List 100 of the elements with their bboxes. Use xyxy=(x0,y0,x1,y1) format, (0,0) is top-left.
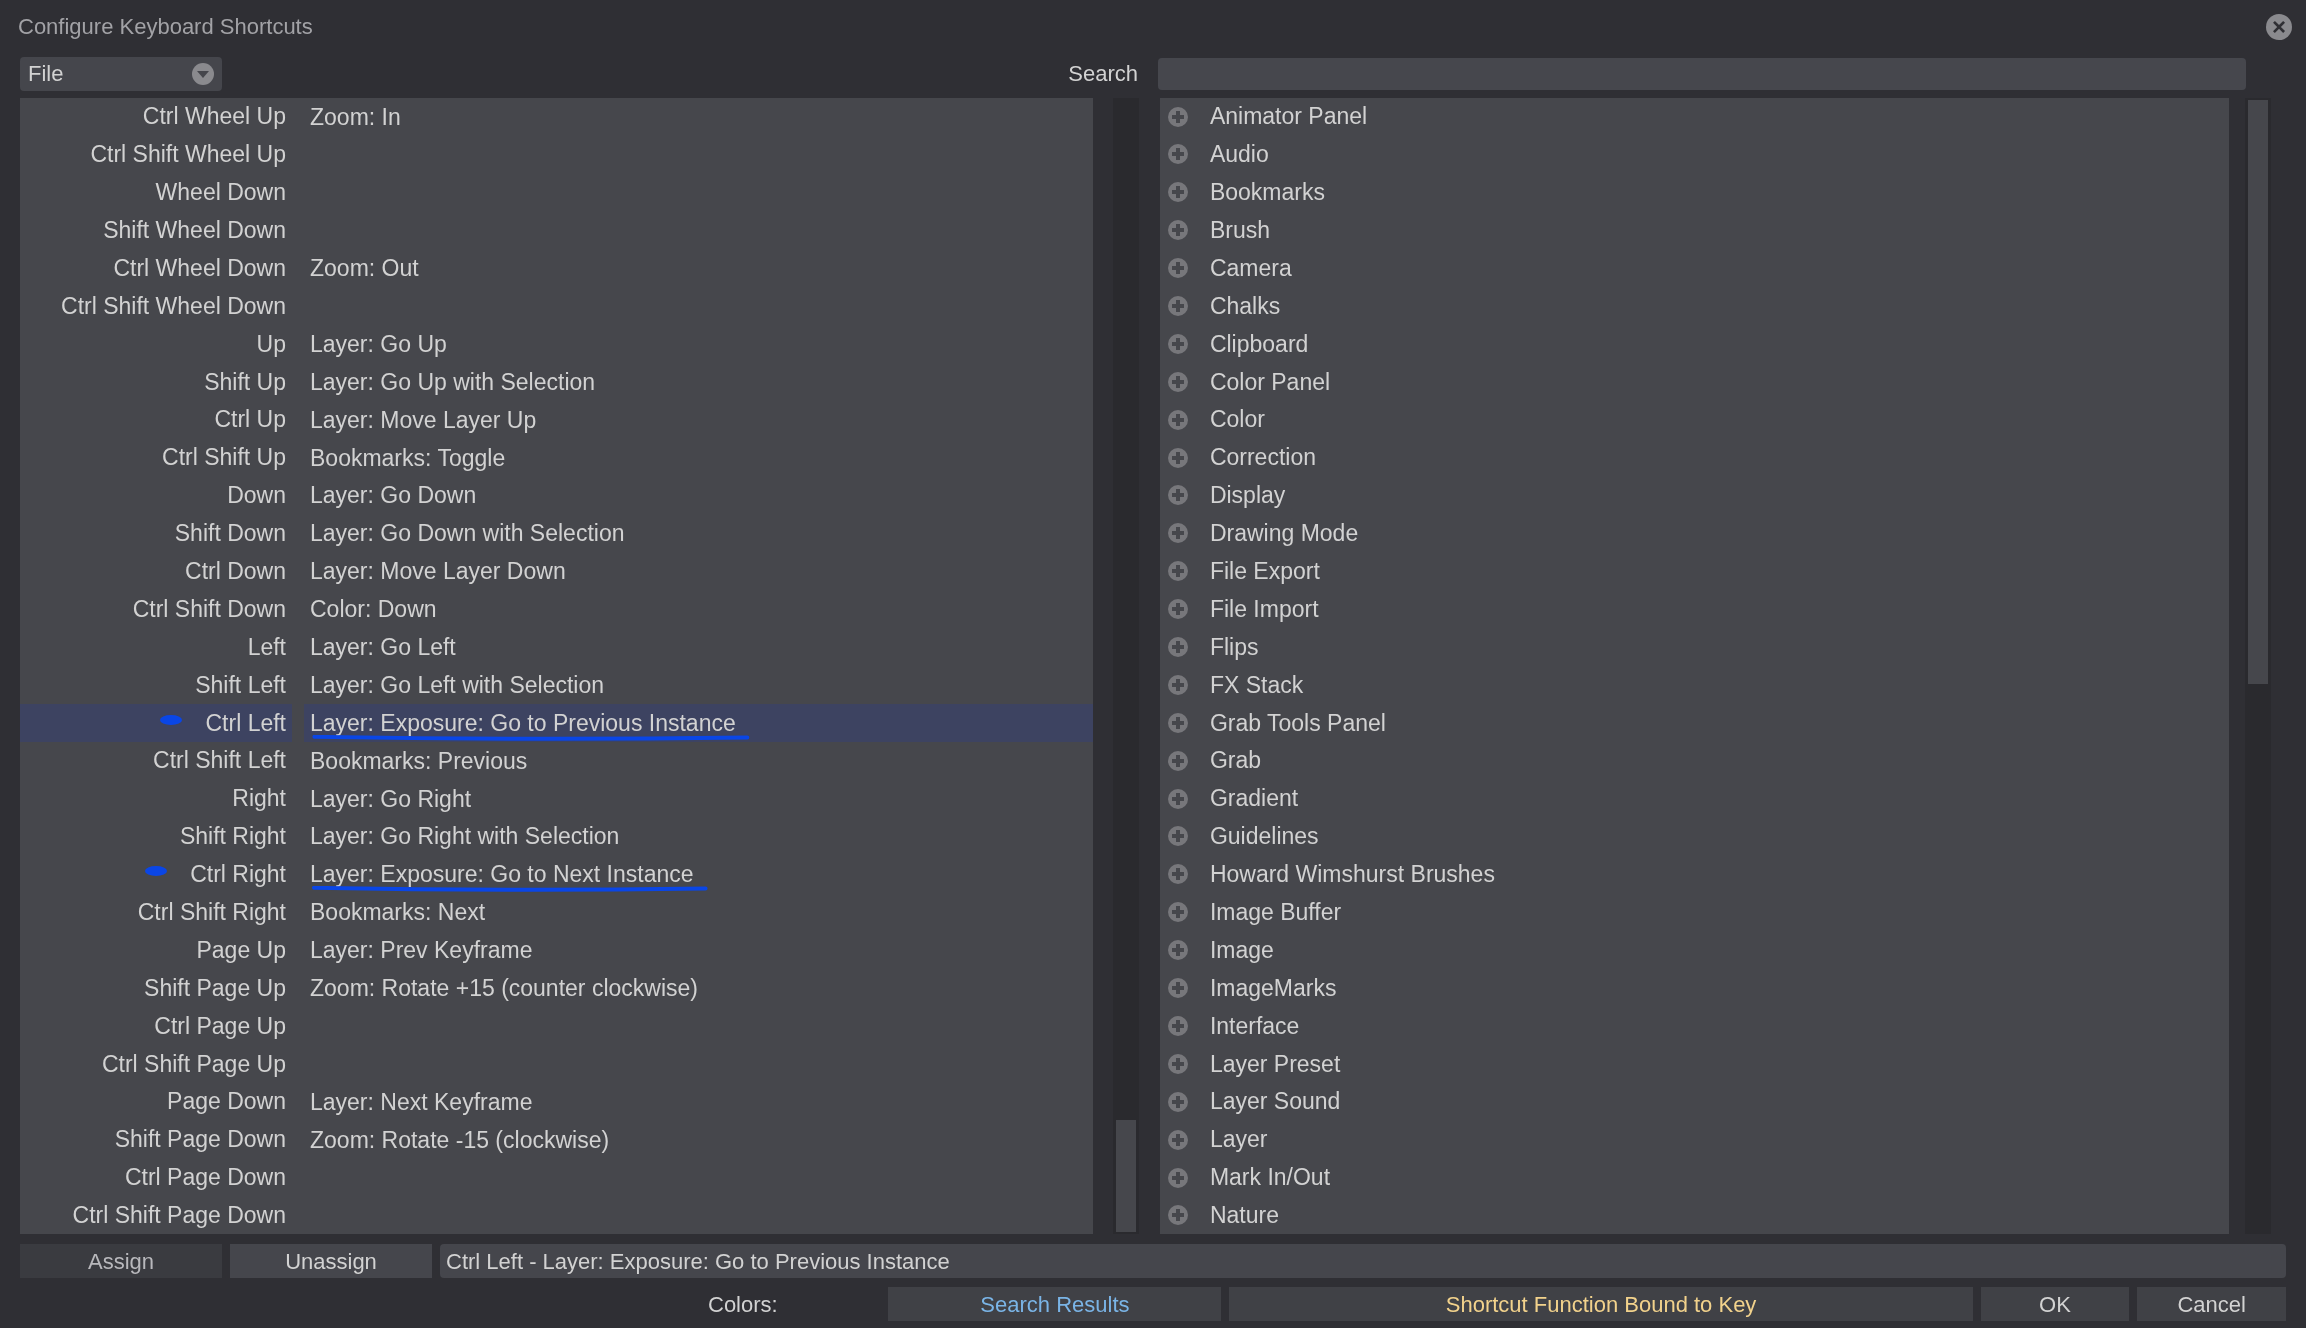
expand-icon[interactable] xyxy=(1167,1053,1188,1074)
function-group-item[interactable]: Grab Tools Panel xyxy=(1159,703,2229,742)
shortcut-key[interactable]: Right xyxy=(20,779,292,818)
expand-icon[interactable] xyxy=(1167,1167,1188,1188)
function-group-item[interactable]: Audio xyxy=(1159,135,2229,174)
expand-icon[interactable] xyxy=(1167,826,1188,847)
function-group-item[interactable]: Howard Wimshurst Brushes xyxy=(1159,855,2229,894)
function-group-item[interactable]: ImageMarks xyxy=(1159,969,2229,1007)
shortcut-key[interactable]: Ctrl Wheel Up xyxy=(20,97,292,136)
function-group-item[interactable]: Chalks xyxy=(1159,287,2229,325)
expand-icon[interactable] xyxy=(1167,182,1188,203)
function-group-item[interactable]: Layer xyxy=(1159,1120,2229,1159)
expand-icon[interactable] xyxy=(1167,1091,1188,1112)
expand-icon[interactable] xyxy=(1167,220,1188,241)
expand-icon[interactable] xyxy=(1167,447,1188,468)
search-field[interactable] xyxy=(1158,57,2246,90)
function-group-item[interactable]: Guidelines xyxy=(1159,817,2229,856)
expand-icon[interactable] xyxy=(1167,864,1188,885)
expand-icon[interactable] xyxy=(1167,788,1188,809)
shortcut-key[interactable]: Ctrl Page Up xyxy=(20,1007,292,1045)
shortcut-key[interactable]: Shift Right xyxy=(20,817,292,856)
expand-icon[interactable] xyxy=(1167,1015,1188,1036)
shortcut-key[interactable]: Wheel Down xyxy=(20,173,292,212)
shortcut-key[interactable]: Shift Up xyxy=(20,362,292,401)
shortcut-key[interactable]: Left xyxy=(20,628,292,666)
expand-icon[interactable] xyxy=(1167,106,1188,127)
function-group-item[interactable]: Image xyxy=(1159,931,2229,970)
close-button[interactable]: × xyxy=(2266,13,2292,40)
dialog-button[interactable]: Cancel xyxy=(2137,1287,2286,1322)
function-group-item[interactable]: Gradient xyxy=(1159,779,2229,818)
shortcut-key[interactable]: Up xyxy=(20,324,292,363)
function-group-item[interactable]: FX Stack xyxy=(1159,666,2229,704)
function-group-item[interactable]: Bookmarks xyxy=(1159,173,2229,212)
shortcut-key[interactable]: Ctrl Wheel Down xyxy=(20,249,292,288)
scrollbar-thumb[interactable] xyxy=(1116,1120,1137,1233)
expand-icon[interactable] xyxy=(1167,561,1188,582)
color-legend-button[interactable]: Shortcut Function Bound to Key xyxy=(1229,1287,1973,1322)
shortcut-key[interactable]: Shift Down xyxy=(20,514,292,553)
color-legend-button[interactable]: Search Results xyxy=(888,1287,1222,1322)
shortcut-key[interactable]: Ctrl Right xyxy=(20,855,292,894)
function-group-item[interactable]: Clipboard xyxy=(1159,324,2229,363)
expand-icon[interactable] xyxy=(1167,485,1188,506)
category-dropdown[interactable]: File xyxy=(20,56,222,91)
function-group-item[interactable]: File Import xyxy=(1159,590,2229,629)
function-group-item[interactable]: Mark In/Out xyxy=(1159,1158,2229,1197)
shortcut-key[interactable]: Page Down xyxy=(20,1082,292,1121)
function-group-item[interactable]: Correction xyxy=(1159,438,2229,477)
shortcut-key[interactable]: Down xyxy=(20,476,292,515)
expand-icon[interactable] xyxy=(1167,712,1188,733)
expand-icon[interactable] xyxy=(1167,144,1188,165)
expand-icon[interactable] xyxy=(1167,978,1188,999)
expand-icon[interactable] xyxy=(1167,371,1188,392)
shortcut-key[interactable]: Ctrl Left xyxy=(20,703,292,742)
shortcut-key[interactable]: Ctrl Shift Left xyxy=(20,741,292,780)
expand-icon[interactable] xyxy=(1167,902,1188,923)
expand-icon[interactable] xyxy=(1167,296,1188,316)
expand-icon[interactable] xyxy=(1167,409,1188,430)
dialog-button[interactable]: OK xyxy=(1980,1287,2130,1322)
function-group-item[interactable]: Camera xyxy=(1159,249,2229,288)
function-group-item[interactable]: Color xyxy=(1159,400,2229,439)
shortcut-key[interactable]: Ctrl Shift Down xyxy=(20,590,292,629)
function-group-item[interactable]: Layer Sound xyxy=(1159,1082,2229,1121)
function-group-item[interactable]: Grab xyxy=(1159,741,2229,780)
function-group-item[interactable]: Display xyxy=(1159,476,2229,515)
expand-icon[interactable] xyxy=(1167,523,1188,544)
function-group-item[interactable]: Drawing Mode xyxy=(1159,514,2229,553)
shortcut-key[interactable]: Shift Page Up xyxy=(20,969,292,1007)
assign-bar-button[interactable]: Unassign xyxy=(230,1244,432,1279)
expand-icon[interactable] xyxy=(1167,1205,1188,1226)
shortcut-key[interactable]: Ctrl Shift Right xyxy=(20,893,292,932)
function-group-item[interactable]: Brush xyxy=(1159,211,2229,250)
shortcut-key[interactable]: Ctrl Shift Up xyxy=(20,438,292,477)
function-group-item[interactable]: Flips xyxy=(1159,628,2229,666)
function-group-item[interactable]: File Export xyxy=(1159,552,2229,591)
shortcut-key[interactable]: Ctrl Shift Page Up xyxy=(20,1044,292,1083)
binding-field[interactable]: Ctrl Left - Layer: Exposure: Go to Previous Instance xyxy=(440,1244,2286,1279)
expand-icon[interactable] xyxy=(1167,258,1188,279)
function-group-item[interactable]: Layer Preset xyxy=(1159,1044,2229,1083)
shortcut-key[interactable]: Page Up xyxy=(20,931,292,970)
shortcut-key[interactable]: Ctrl Shift Wheel Down xyxy=(20,287,292,325)
expand-icon[interactable] xyxy=(1167,674,1188,695)
function-group-item[interactable]: Nature xyxy=(1159,1196,2229,1235)
shortcut-key[interactable]: Ctrl Up xyxy=(20,400,292,439)
expand-icon[interactable] xyxy=(1167,940,1188,961)
expand-icon[interactable] xyxy=(1167,333,1188,354)
shortcut-key[interactable]: Ctrl Shift Wheel Up xyxy=(20,135,292,174)
expand-icon[interactable] xyxy=(1167,750,1188,771)
expand-icon[interactable] xyxy=(1167,637,1188,658)
assign-bar-button[interactable]: Assign xyxy=(20,1244,222,1279)
expand-icon[interactable] xyxy=(1167,599,1188,620)
function-group-item[interactable]: Interface xyxy=(1159,1007,2229,1045)
scrollbar-thumb[interactable] xyxy=(2247,99,2268,684)
shortcut-key[interactable]: Shift Left xyxy=(20,666,292,704)
shortcut-key[interactable]: Ctrl Down xyxy=(20,552,292,591)
shortcut-key[interactable]: Shift Wheel Down xyxy=(20,211,292,250)
function-group-item[interactable]: Image Buffer xyxy=(1159,893,2229,932)
shortcut-key[interactable]: Shift Page Down xyxy=(20,1120,292,1159)
function-group-item[interactable]: Color Panel xyxy=(1159,362,2229,401)
expand-icon[interactable] xyxy=(1167,1129,1188,1150)
function-group-item[interactable]: Animator Panel xyxy=(1159,97,2229,136)
